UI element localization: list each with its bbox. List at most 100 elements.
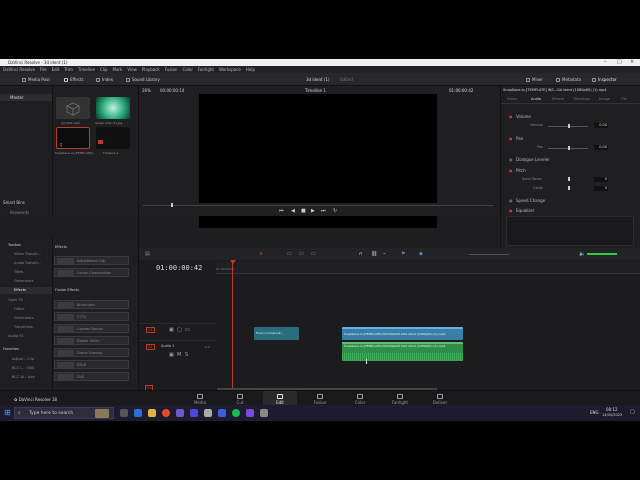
language-indicator[interactable]: ENG	[590, 410, 599, 415]
metadata-button[interactable]: Metadata	[556, 76, 581, 83]
snapping-icon[interactable]: ∩	[359, 251, 363, 257]
mixer-button[interactable]: Mixer	[526, 76, 543, 83]
eq-graph[interactable]	[506, 216, 634, 246]
semitones-value[interactable]: 0	[594, 177, 608, 182]
page-cut[interactable]: Cut	[228, 394, 252, 405]
cents-value[interactable]: 0	[594, 186, 608, 191]
app-icon[interactable]	[246, 409, 254, 417]
media-thumb-gif[interactable]	[56, 97, 90, 119]
play-reverse-icon[interactable]: ◀	[291, 208, 295, 214]
loop-icon[interactable]: ↻	[333, 208, 337, 214]
effect-digital-glitch[interactable]: Digital Glitch	[54, 336, 129, 345]
tab-transition[interactable]: Transition	[573, 97, 590, 101]
file-explorer-icon[interactable]	[148, 409, 156, 417]
video-clip[interactable]: SnapSave.io-[TEMPLATE] INSTAGRAM ADA ide…	[342, 327, 463, 340]
index-button[interactable]: Index	[96, 76, 113, 83]
playhead[interactable]	[232, 260, 233, 398]
app-icon[interactable]	[260, 409, 268, 417]
bin-keywords[interactable]: Keywords	[10, 210, 29, 215]
flag-icon[interactable]: ⚑	[401, 251, 405, 257]
sidebar-effects-selected[interactable]: Effects	[0, 287, 52, 294]
menu-clip[interactable]: Clip	[100, 66, 108, 73]
menu-resolve[interactable]: DaVinci Resolve	[3, 66, 35, 73]
replace-icon[interactable]: ▭	[311, 251, 316, 257]
page-color[interactable]: Color	[348, 394, 372, 405]
pan-knob[interactable]	[568, 146, 570, 150]
media-thumb-timeline[interactable]	[96, 127, 130, 149]
track-lock-icon[interactable]: ▣	[169, 327, 174, 333]
task-view-icon[interactable]	[120, 409, 128, 417]
tab-video[interactable]: Video	[507, 97, 517, 101]
minimize-icon[interactable]: –	[604, 59, 607, 66]
menu-file[interactable]: File	[40, 66, 47, 73]
timeline-name[interactable]: Timeline 1	[305, 88, 326, 93]
a1-patch[interactable]: A1	[146, 344, 155, 350]
favorite-item[interactable]: Adjust... Clip	[12, 357, 34, 361]
menu-fairlight[interactable]: Fairlight	[198, 66, 214, 73]
cents-knob[interactable]	[568, 186, 570, 190]
volume-value[interactable]: 0.00	[594, 123, 608, 128]
menu-timeline[interactable]: Timeline	[78, 66, 95, 73]
page-fusion[interactable]: Fusion	[308, 394, 332, 405]
app-icon[interactable]	[218, 409, 226, 417]
zoom-slider[interactable]	[469, 254, 509, 255]
taskbar-search[interactable]: ⌕ Type here to search	[14, 407, 114, 419]
effect-drone-overlay[interactable]: Drone Overlay	[54, 348, 129, 357]
clock-time[interactable]: 08:12	[606, 407, 618, 412]
zoom-level[interactable]: 26%	[142, 88, 151, 93]
volume-knob[interactable]	[568, 124, 570, 128]
sidebar-video-transitions[interactable]: Video Transiti...	[14, 252, 41, 256]
selection-tool-icon[interactable]: ➤	[259, 251, 263, 257]
maximize-icon[interactable]: □	[617, 59, 622, 66]
bin-master[interactable]: Master	[0, 94, 52, 101]
favorite-item[interactable]: BCC L... OBS	[12, 366, 34, 370]
close-icon[interactable]: ×	[630, 59, 634, 66]
edge-icon[interactable]	[134, 409, 142, 417]
media-thumb-green[interactable]	[96, 97, 130, 119]
sidebar-titles[interactable]: Titles	[14, 270, 23, 274]
chrome-icon[interactable]	[162, 409, 170, 417]
media-thumb-snapsave[interactable]: ♫	[56, 127, 90, 149]
scrub-bar[interactable]	[143, 205, 493, 206]
effects-button[interactable]: Effects	[64, 76, 84, 83]
position-lock-icon[interactable]: ⌁	[383, 251, 386, 257]
jump-start-icon[interactable]: ⏮	[279, 208, 284, 214]
effect-dve[interactable]: DVE	[54, 372, 129, 381]
clock-date[interactable]: 14/05/2023	[602, 413, 622, 417]
sidebar-toolbox[interactable]: Toolbox	[8, 243, 21, 247]
menu-edit[interactable]: Edit	[52, 66, 60, 73]
track-lock-icon[interactable]: ▣	[169, 352, 174, 358]
sidebar-generators[interactable]: Generators	[14, 279, 34, 283]
track-autoselect-icon[interactable]: ▢	[177, 327, 182, 333]
media-pool-button[interactable]: Media Pool	[22, 76, 50, 83]
timeline-ruler[interactable]: 01:00:00:00	[216, 262, 640, 274]
spotify-icon[interactable]	[232, 409, 240, 417]
menu-view[interactable]: View	[127, 66, 137, 73]
effect-adjustment-clip[interactable]: Adjustment Clip	[54, 256, 129, 265]
playhead-marker-icon[interactable]	[230, 260, 236, 264]
sidebar-audio-fx[interactable]: Audio FX	[8, 334, 23, 338]
menu-fusion[interactable]: Fusion	[165, 66, 178, 73]
page-media[interactable]: Media	[188, 394, 212, 405]
audio-clip[interactable]: SnapSave.io-[TEMPLATE] INSTAGRAM ADA ide…	[342, 342, 463, 361]
notification-icon[interactable]: ▢	[630, 409, 635, 415]
tab-effects[interactable]: Effects	[552, 97, 564, 101]
page-edit[interactable]: Edit	[268, 394, 292, 405]
menu-mark[interactable]: Mark	[113, 66, 123, 73]
favorite-item[interactable]: BCC W... Icon	[12, 375, 35, 379]
jump-end-icon[interactable]: ⏭	[321, 208, 326, 214]
menu-trim[interactable]: Trim	[64, 66, 73, 73]
audio-track-name[interactable]: Audio 1	[161, 344, 174, 348]
mute-icon[interactable]: M	[177, 352, 181, 358]
page-deliver[interactable]: Deliver	[428, 394, 452, 405]
windows-start-icon[interactable]: ⊞	[4, 408, 11, 417]
stop-icon[interactable]: ■	[301, 208, 306, 214]
track-visibility-icon[interactable]: ▭	[185, 327, 190, 333]
semitones-knob[interactable]	[568, 177, 570, 181]
effect-binoculars[interactable]: Binoculars	[54, 300, 129, 309]
pan-value[interactable]: 0.00	[594, 145, 608, 150]
tab-audio[interactable]: Audio	[531, 97, 541, 101]
play-icon[interactable]: ▶	[311, 208, 315, 214]
speaker-icon[interactable]: 🔈	[579, 251, 585, 257]
v1-patch[interactable]: V1	[146, 327, 155, 333]
